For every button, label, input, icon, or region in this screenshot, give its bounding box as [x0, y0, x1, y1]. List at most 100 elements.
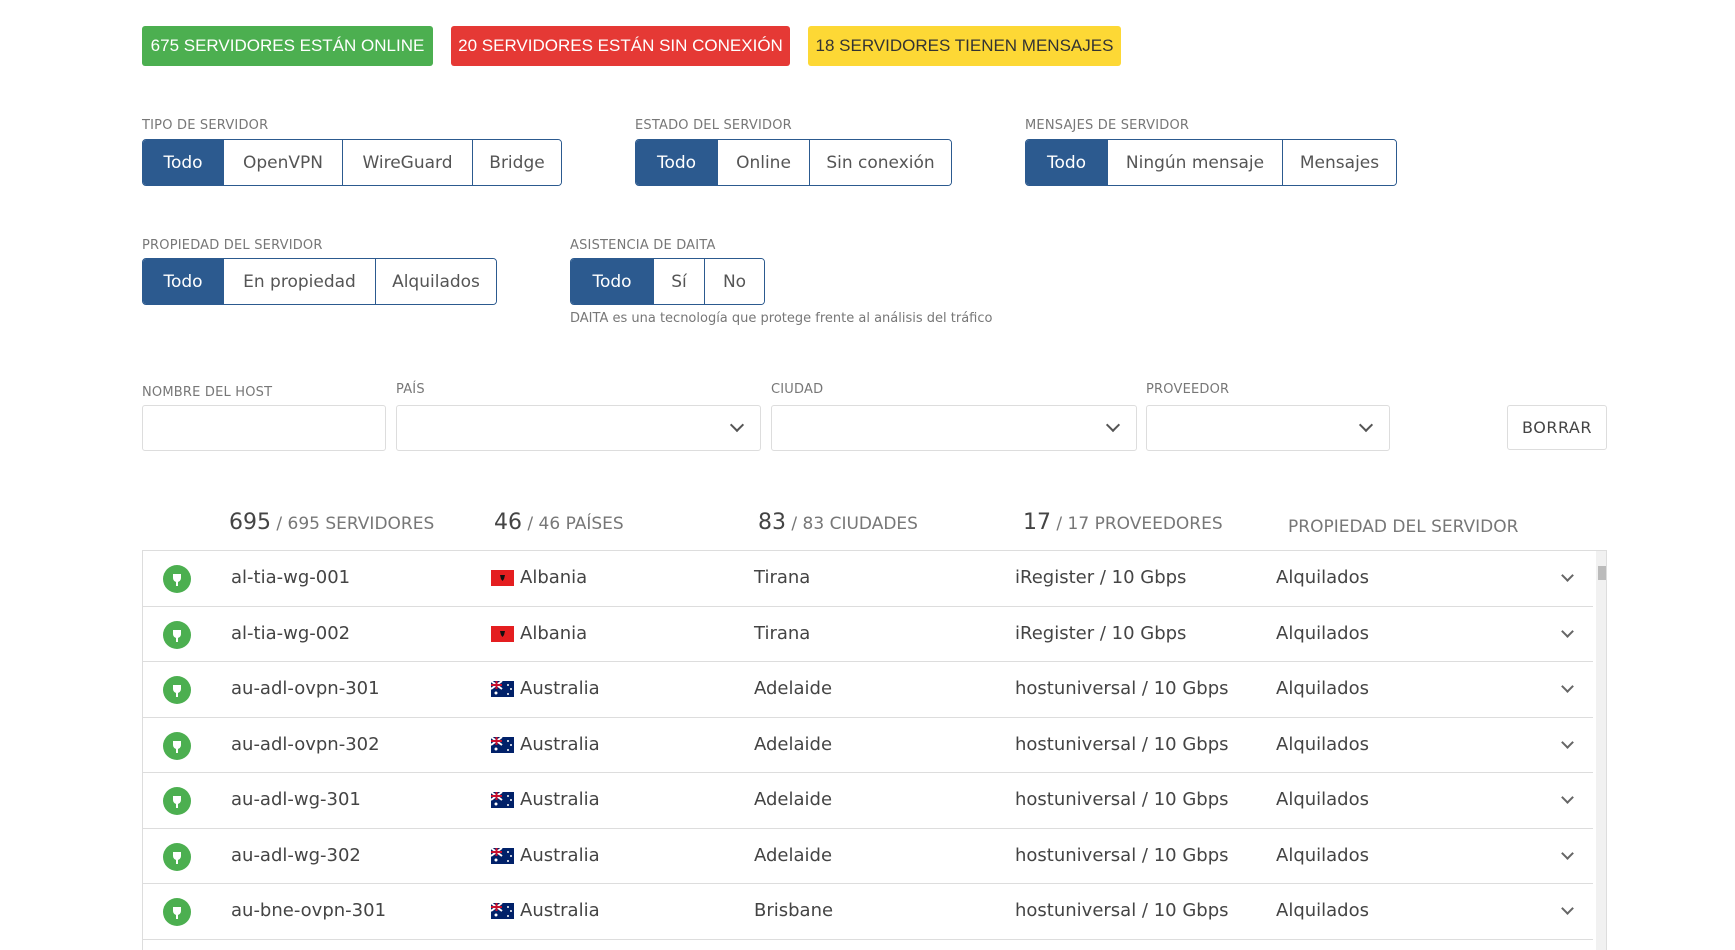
city-select[interactable] — [771, 405, 1137, 451]
server-status-label: ESTADO DEL SERVIDOR — [635, 118, 792, 133]
status-all[interactable]: Todo — [636, 140, 717, 185]
country: Australia — [520, 845, 600, 866]
ownership-owned[interactable]: En propiedad — [223, 259, 375, 304]
hostname: au-adl-ovpn-301 — [231, 678, 380, 699]
type-bridge[interactable]: Bridge — [472, 140, 561, 185]
australia-flag-icon — [491, 903, 514, 919]
table-row[interactable]: au-adl-wg-301 Australia Adelaide hostuni… — [143, 773, 1593, 829]
hostname: au-adl-ovpn-302 — [231, 734, 380, 755]
ownership: Alquilados — [1276, 623, 1369, 644]
expand-chevron-icon[interactable] — [1561, 680, 1574, 693]
scrollbar[interactable] — [1596, 551, 1607, 950]
daita-label: ASISTENCIA DE DAITA — [570, 238, 716, 253]
type-wireguard[interactable]: WireGuard — [342, 140, 472, 185]
provider: hostuniversal / 10 Gbps — [1015, 734, 1229, 755]
country-label: PAÍS — [396, 382, 425, 397]
servers-shown: 695 — [229, 510, 271, 535]
server-status-group: Todo Online Sin conexión — [635, 139, 952, 186]
hostname: au-adl-wg-302 — [231, 845, 361, 866]
table-row[interactable]: au-bne-ovpn-301 Australia Brisbane hostu… — [143, 884, 1593, 940]
daita-yes[interactable]: Sí — [653, 259, 704, 304]
table-row[interactable]: al-tia-wg-001 Albania Tirana iRegister /… — [143, 551, 1593, 607]
ownership-rented[interactable]: Alquilados — [375, 259, 496, 304]
providers-total: / 17 PROVEEDORES — [1056, 514, 1222, 534]
country: Albania — [520, 567, 587, 588]
daita-group: Todo Sí No — [570, 258, 765, 305]
provider: iRegister / 10 Gbps — [1015, 567, 1186, 588]
city: Adelaide — [754, 845, 832, 866]
table-row[interactable]: al-tia-wg-002 Albania Tirana iRegister /… — [143, 607, 1593, 663]
cities-count: 83 / 83 CIUDADES — [758, 510, 918, 535]
chevron-down-icon — [1359, 418, 1373, 432]
city-label: CIUDAD — [771, 382, 823, 397]
table-row[interactable]: au-bne-ovpn-302 Australia Brisbane hostu… — [143, 940, 1593, 950]
expand-chevron-icon[interactable] — [1561, 847, 1574, 860]
messages-count-badge[interactable]: 18 SERVIDORES TIENEN MENSAJES — [808, 26, 1121, 66]
daita-no[interactable]: No — [704, 259, 764, 304]
ownership-all[interactable]: Todo — [143, 259, 223, 304]
australia-flag-icon — [491, 681, 514, 697]
provider: iRegister / 10 Gbps — [1015, 623, 1186, 644]
server-messages-group: Todo Ningún mensaje Mensajes — [1025, 139, 1397, 186]
messages-none[interactable]: Ningún mensaje — [1107, 140, 1282, 185]
online-count-badge[interactable]: 675 SERVIDORES ESTÁN ONLINE — [142, 26, 433, 66]
table-row[interactable]: au-adl-ovpn-301 Australia Adelaide hostu… — [143, 662, 1593, 718]
ownership: Alquilados — [1276, 734, 1369, 755]
cities-shown: 83 — [758, 510, 786, 535]
provider: hostuniversal / 10 Gbps — [1015, 789, 1229, 810]
country-select[interactable] — [396, 405, 761, 451]
city: Adelaide — [754, 678, 832, 699]
expand-chevron-icon[interactable] — [1561, 791, 1574, 804]
table-row[interactable]: au-adl-wg-302 Australia Adelaide hostuni… — [143, 829, 1593, 885]
ownership: Alquilados — [1276, 900, 1369, 921]
country: Australia — [520, 900, 600, 921]
server-table: au-bne-ovpn-302 Australia Brisbane hostu… — [142, 550, 1607, 950]
cities-total: / 83 CIUDADES — [791, 514, 918, 534]
messages-some[interactable]: Mensajes — [1282, 140, 1396, 185]
online-plug-icon — [163, 621, 191, 649]
ownership: Alquilados — [1276, 567, 1369, 588]
hostname: au-adl-wg-301 — [231, 789, 361, 810]
type-openvpn[interactable]: OpenVPN — [223, 140, 342, 185]
scrollbar-thumb[interactable] — [1598, 566, 1607, 580]
expand-chevron-icon[interactable] — [1561, 569, 1574, 582]
server-type-group: Todo OpenVPN WireGuard Bridge — [142, 139, 562, 186]
table-row[interactable]: au-adl-ovpn-302 Australia Adelaide hostu… — [143, 718, 1593, 774]
ownership: Alquilados — [1276, 845, 1369, 866]
status-online[interactable]: Online — [717, 140, 809, 185]
provider-label: PROVEEDOR — [1146, 382, 1229, 397]
daita-all[interactable]: Todo — [571, 259, 653, 304]
chevron-down-icon — [1106, 418, 1120, 432]
expand-chevron-icon[interactable] — [1561, 902, 1574, 915]
ownership: Alquilados — [1276, 789, 1369, 810]
city: Brisbane — [754, 900, 833, 921]
hostname-label: NOMBRE DEL HOST — [142, 385, 272, 400]
hostname: au-bne-ovpn-301 — [231, 900, 386, 921]
online-plug-icon — [163, 898, 191, 926]
hostname: al-tia-wg-001 — [231, 567, 350, 588]
online-plug-icon — [163, 843, 191, 871]
providers-shown: 17 — [1023, 510, 1051, 535]
servers-count: 695 / 695 SERVIDORES — [229, 510, 434, 535]
type-all[interactable]: Todo — [143, 140, 223, 185]
ownership-column-header: PROPIEDAD DEL SERVIDOR — [1288, 517, 1518, 537]
providers-count: 17 / 17 PROVEEDORES — [1023, 510, 1223, 535]
offline-count-badge[interactable]: 20 SERVIDORES ESTÁN SIN CONEXIÓN — [451, 26, 790, 66]
chevron-down-icon — [730, 418, 744, 432]
server-type-label: TIPO DE SERVIDOR — [142, 118, 268, 133]
expand-chevron-icon[interactable] — [1561, 625, 1574, 638]
messages-all[interactable]: Todo — [1026, 140, 1107, 185]
clear-button[interactable]: BORRAR — [1507, 405, 1607, 450]
country: Australia — [520, 734, 600, 755]
city: Tirana — [754, 623, 810, 644]
expand-chevron-icon[interactable] — [1561, 736, 1574, 749]
city: Tirana — [754, 567, 810, 588]
online-plug-icon — [163, 676, 191, 704]
daita-note: DAITA es una tecnología que protege fren… — [570, 311, 992, 326]
hostname-input[interactable] — [142, 405, 386, 451]
provider-select[interactable] — [1146, 405, 1390, 451]
status-offline[interactable]: Sin conexión — [809, 140, 951, 185]
country: Albania — [520, 623, 587, 644]
provider: hostuniversal / 10 Gbps — [1015, 900, 1229, 921]
australia-flag-icon — [491, 848, 514, 864]
